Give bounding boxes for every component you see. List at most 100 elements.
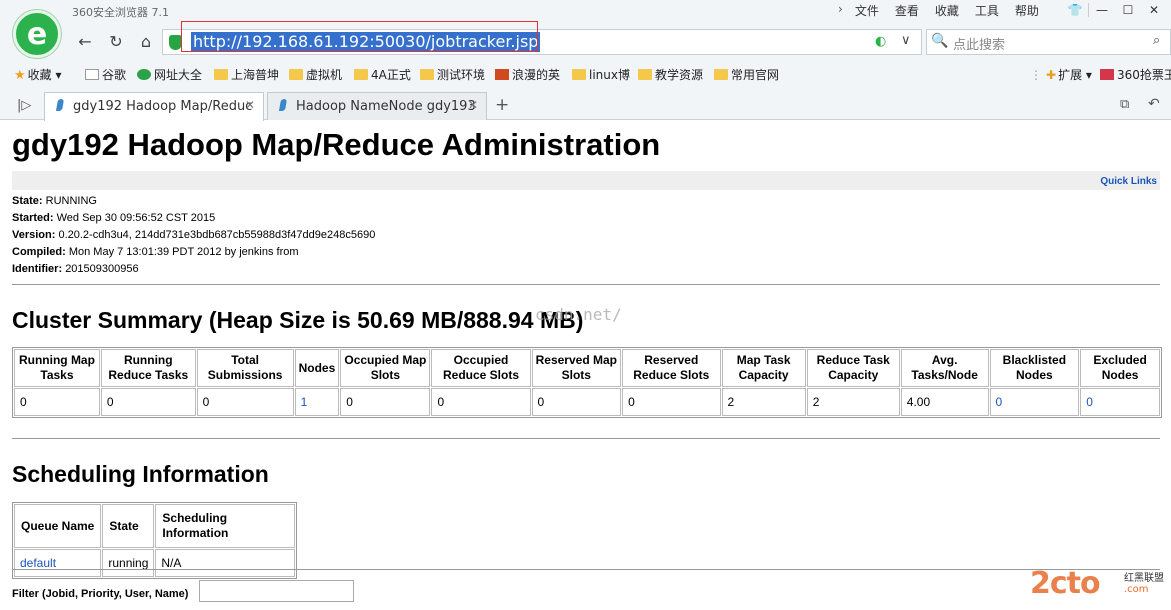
folder-icon [354,69,368,80]
close-tab-icon[interactable]: ✕ [245,98,255,112]
column-header: Reduce Task Capacity [806,349,900,387]
info-version: Version: 0.20.2-cdh3u4, 214dd731e3bdb687… [12,229,376,241]
divider [12,569,1160,570]
sidebar-toggle-icon[interactable]: |▷ [17,98,31,113]
menu-tools[interactable]: 工具 [975,2,999,20]
column-header: Occupied Reduce Slots [431,349,531,387]
bookmark-hao123[interactable]: 网址大全 [137,66,202,83]
undo-close-icon[interactable]: ↶ [1148,96,1160,112]
search-placeholder: 点此搜索 [953,38,1006,53]
menu-favorites[interactable]: 收藏 [935,2,959,20]
search-engine-icon[interactable]: 🔍 [931,33,948,49]
search-box[interactable]: 🔍 点此搜索 ⌕ [926,29,1171,55]
back-arrow-icon[interactable]: ← [73,30,97,54]
bookmark-teaching[interactable]: 教学资源 [638,66,703,83]
column-header: Avg. Tasks/Node [900,349,989,387]
ticket-icon [1100,69,1114,80]
info-compiled: Compiled: Mon May 7 13:01:39 PDT 2012 by… [12,246,299,258]
filter-input[interactable] [199,580,354,602]
extensions-menu[interactable]: ⋮ ✚ 扩展 ▾ [1030,66,1092,83]
bookmark-official[interactable]: 常用官网 [714,66,779,83]
skin-icon[interactable]: 👕 [1062,0,1088,20]
corner-logo-url: .com [1124,584,1149,595]
chevron-down-icon[interactable]: ∨ [901,33,911,48]
home-icon[interactable]: ⌂ [134,30,158,54]
restore-tabs-icon[interactable]: ⧉ [1120,97,1129,112]
bookmarks-bar: ★ 收藏 ▾ 谷歌 网址大全 上海普坤 虚拟机 4A正式 测试环境 浪漫的英 li… [0,62,1171,86]
queue-link-default[interactable]: default [20,556,56,570]
menu-file[interactable]: 文件 [855,2,879,20]
menu-view[interactable]: 查看 [895,2,919,20]
puzzle-icon: ✚ [1046,68,1057,82]
column-header: Running Reduce Tasks [100,349,196,387]
hadoop-favicon-icon [278,99,288,111]
table-row: 0 0 0 1 0 0 0 0 2 2 4.00 0 0 [14,388,1160,416]
cell-link[interactable]: 1 [301,395,308,409]
maximize-button[interactable]: ☐ [1115,0,1141,20]
filter-label: Filter (Jobid, Priority, User, Name) [12,588,189,600]
info-identifier: Identifier: 201509300956 [12,263,139,275]
bookmark-shanghai[interactable]: 上海普坤 [214,66,279,83]
info-started: Started: Wed Sep 30 09:56:52 CST 2015 [12,212,216,224]
folder-icon [214,69,228,80]
browser-window: e 360安全浏览器 7.1 › 文件 查看 收藏 工具 帮助 👕 — ☐ ✕ … [0,0,1171,610]
url-callout-box [181,21,538,52]
bookmark-romantic[interactable]: 浪漫的英 [495,66,560,83]
app-title: 360安全浏览器 7.1 [72,6,169,19]
column-header: Blacklisted Nodes [989,349,1080,387]
column-header: Total Submissions [196,349,294,387]
bookmark-google[interactable]: 谷歌 [85,66,126,83]
close-button[interactable]: ✕ [1141,0,1167,20]
table-cell: 0 [14,388,100,416]
tab-jobtracker[interactable]: gdy192 Hadoop Map/Reduc ✕ [44,92,264,121]
queue-state-cell: running [102,549,155,577]
table-cell: 0 [340,388,431,416]
bookmark-4a[interactable]: 4A正式 [354,66,411,83]
folder-icon [638,69,652,80]
bookmark-vm[interactable]: 虚拟机 [289,66,342,83]
column-header: Occupied Map Slots [340,349,431,387]
table-cell: 0 [196,388,294,416]
scheduling-heading: Scheduling Information [12,461,269,487]
browser-chrome: e 360安全浏览器 7.1 › 文件 查看 收藏 工具 帮助 👕 — ☐ ✕ … [0,0,1171,121]
column-header: Scheduling Information [155,504,296,548]
page-title: gdy192 Hadoop Map/Reduce Administration [12,127,661,162]
close-tab-icon[interactable]: ✕ [468,98,478,112]
table-header-row: Queue Name State Scheduling Information [14,504,296,548]
cell-link[interactable]: 0 [996,395,1003,409]
tab-namenode[interactable]: Hadoop NameNode gdy193 ✕ [267,92,487,120]
bookmark-test-env[interactable]: 测试环境 [420,66,485,83]
column-header: Reserved Map Slots [531,349,622,387]
menu-help[interactable]: 帮助 [1015,2,1039,20]
bookmark-360-ticket[interactable]: 360抢票王 [1100,66,1171,83]
new-tab-icon[interactable]: + [495,95,509,115]
table-header-row: Running Map Tasks Running Reduce Tasks Tot… [14,349,1160,387]
refresh-icon[interactable]: ↻ [104,30,128,54]
bookmark-linux[interactable]: linux博 [572,66,630,83]
tab-strip: |▷ gdy192 Hadoop Map/Reduc ✕ Hadoop Name… [0,92,1171,121]
divider [12,438,1160,439]
minimize-button[interactable]: — [1089,0,1115,20]
browser-logo-icon[interactable]: e [13,10,61,58]
table-cell: 2 [806,388,900,416]
column-header: Queue Name [14,504,102,548]
scheduling-table: Queue Name State Scheduling Information … [12,502,298,579]
compat-mode-icon[interactable]: ◐ [875,34,886,49]
grip-icon: ⋮ [1030,68,1042,82]
info-state: State: RUNNING [12,195,97,207]
table-cell: 1 [294,388,340,416]
corner-logo-sub: 红黑联盟 [1124,573,1164,584]
chevron-right-icon[interactable]: › [838,2,843,20]
cell-link[interactable]: 0 [1086,395,1093,409]
folder-icon [714,69,728,80]
search-icon[interactable]: ⌕ [1153,33,1160,48]
menu-bar: › 文件 查看 收藏 工具 帮助 [838,2,1055,20]
cluster-summary-table: Running Map Tasks Running Reduce Tasks Tot… [12,347,1162,418]
quick-links-link[interactable]: Quick Links [1100,176,1157,187]
quick-links-bar: Quick Links [12,171,1160,190]
table-cell: 0 [1080,388,1160,416]
table-cell: 2 [721,388,806,416]
watermark: csdn.net/ [535,305,622,324]
bookmark-favorites[interactable]: ★ 收藏 ▾ [14,66,62,83]
star-icon: ★ [14,68,26,83]
